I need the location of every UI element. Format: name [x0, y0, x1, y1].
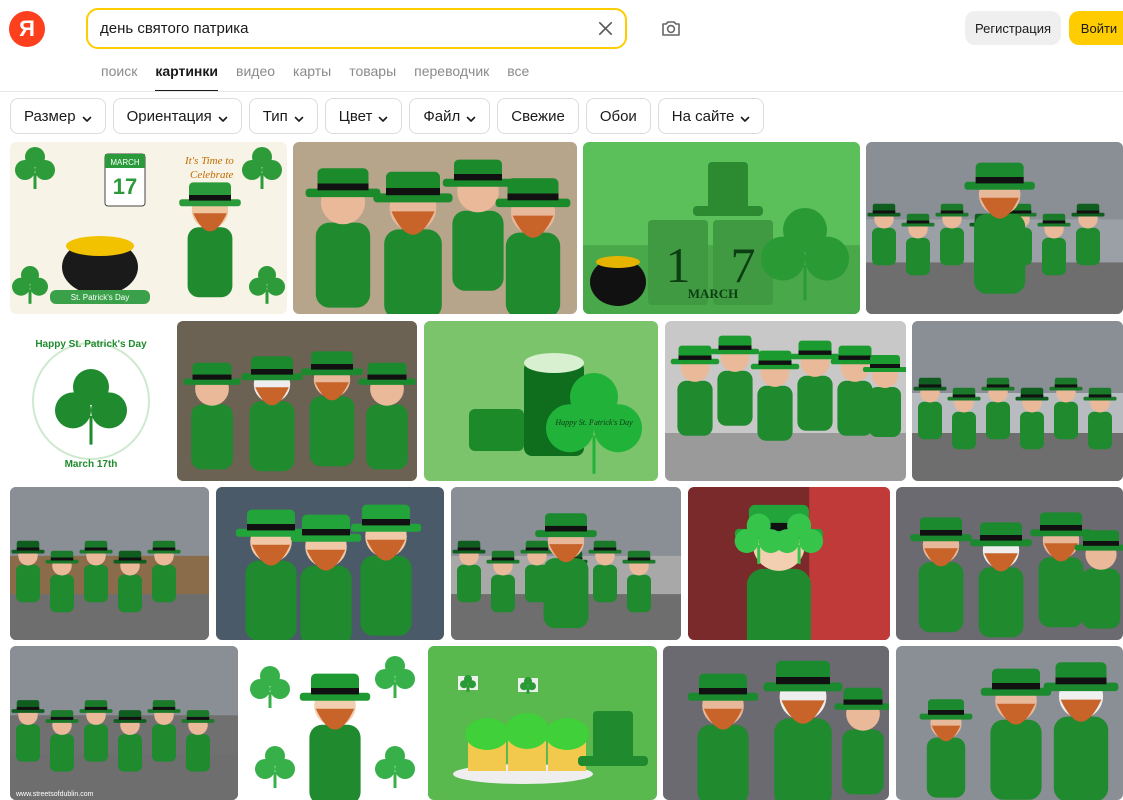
image-result-calendar-17-march[interactable]: 1 7 MARCH [583, 142, 860, 314]
chevron-down-icon [218, 111, 228, 122]
svg-text:1: 1 [666, 237, 691, 293]
image-thumbnail [216, 487, 444, 640]
image-thumbnail [10, 487, 209, 640]
image-result-leprechaun-cartoon[interactable] [245, 646, 422, 800]
svg-text:www.streetsofdublin.com: www.streetsofdublin.com [15, 791, 94, 798]
svg-text:Happy St. Patrick's Day: Happy St. Patrick's Day [554, 418, 633, 427]
chevron-down-icon [466, 111, 476, 122]
image-thumbnail [896, 646, 1123, 800]
header-divider [0, 91, 1123, 92]
svg-text:MARCH: MARCH [110, 158, 140, 167]
filter-label: Свежие [511, 107, 565, 125]
login-button[interactable]: Войти [1069, 11, 1123, 45]
search-tabs: поиск картинки видео карты товары переводчик в… [101, 62, 547, 92]
image-result-people-green-hats[interactable] [293, 142, 577, 314]
image-thumbnail [663, 646, 889, 800]
filter-chip-2[interactable]: Тип [248, 98, 318, 134]
svg-text:Celebrate: Celebrate [190, 169, 233, 181]
svg-text:7: 7 [731, 237, 756, 293]
filter-chip-6[interactable]: Обои [585, 98, 651, 134]
filter-label: Обои [599, 107, 637, 125]
image-result-green-beer[interactable]: Happy St. Patrick's Day [424, 321, 658, 481]
image-result-men-beards-street[interactable] [896, 646, 1123, 800]
chevron-down-icon [378, 111, 388, 122]
image-result-men-costumes[interactable] [896, 487, 1123, 640]
image-thumbnail [451, 487, 681, 640]
svg-text:17: 17 [113, 174, 137, 199]
filter-chip-1[interactable]: Ориентация [112, 98, 242, 134]
camera-icon[interactable] [659, 16, 683, 40]
image-result-woman-shamrock-glasses[interactable] [688, 487, 890, 640]
filter-label: Размер [24, 107, 76, 125]
image-result-street-march[interactable] [451, 487, 681, 640]
image-result-marching-band[interactable]: www.streetsofdublin.com [10, 646, 238, 800]
image-thumbnail [688, 487, 890, 640]
chevron-down-icon [294, 111, 304, 122]
chevron-down-icon [82, 111, 92, 122]
tab-4[interactable]: товары [349, 62, 396, 92]
tab-2[interactable]: видео [236, 62, 275, 92]
filter-label: Файл [423, 107, 461, 125]
image-result-group-jumping[interactable] [665, 321, 906, 481]
image-thumbnail: Happy St. Patrick's Day [424, 321, 658, 481]
filter-label: Ориентация [126, 107, 212, 125]
image-result-shamrock-wreath[interactable]: Happy St. Patrick's Day March 17th [10, 321, 172, 481]
image-result-people-costumes[interactable] [177, 321, 417, 481]
image-result-cupcakes[interactable] [428, 646, 657, 800]
image-thumbnail [896, 487, 1123, 640]
filter-chip-7[interactable]: На сайте [657, 98, 765, 134]
tab-5[interactable]: переводчик [414, 62, 489, 92]
image-thumbnail [245, 646, 422, 800]
image-thumbnail [912, 321, 1123, 481]
filter-label: На сайте [671, 107, 735, 125]
svg-text:MARCH: MARCH [688, 286, 739, 301]
svg-text:It's Time to: It's Time to [184, 155, 234, 167]
svg-text:Happy St. Patrick's Day: Happy St. Patrick's Day [35, 339, 147, 350]
clear-icon[interactable] [596, 19, 615, 38]
image-result-leprechaun-clipart[interactable]: MARCH 17 It's Time to Celebrate St. Patr… [10, 142, 287, 314]
chevron-down-icon [740, 111, 750, 122]
yandex-logo[interactable]: Я [9, 11, 45, 47]
filter-label: Тип [262, 107, 288, 125]
filter-label: Цвет [338, 107, 373, 125]
image-result-city-parade[interactable] [912, 321, 1123, 481]
image-thumbnail: MARCH 17 It's Time to Celebrate St. Patr… [10, 142, 287, 314]
register-button[interactable]: Регистрация [965, 11, 1061, 45]
filter-chip-4[interactable]: Файл [409, 98, 491, 134]
svg-text:St. Patrick's Day: St. Patrick's Day [71, 293, 129, 302]
image-thumbnail: www.streetsofdublin.com [10, 646, 238, 800]
image-thumbnail [428, 646, 657, 800]
image-result-dancers[interactable] [10, 487, 209, 640]
filter-chip-5[interactable]: Свежие [497, 98, 579, 134]
image-thumbnail [177, 321, 417, 481]
search-input[interactable] [100, 10, 580, 47]
image-thumbnail: Happy St. Patrick's Day March 17th [10, 321, 172, 481]
svg-text:March 17th: March 17th [65, 459, 118, 470]
image-thumbnail [293, 142, 577, 314]
tab-3[interactable]: карты [293, 62, 331, 92]
image-thumbnail [866, 142, 1123, 314]
image-thumbnail: 1 7 MARCH [583, 142, 860, 314]
tab-0[interactable]: поиск [101, 62, 137, 92]
tab-1[interactable]: картинки [155, 62, 218, 92]
image-result-parade-crowd[interactable] [866, 142, 1123, 314]
filter-chip-0[interactable]: Размер [10, 98, 106, 134]
filter-chip-3[interactable]: Цвет [324, 98, 403, 134]
image-result-women-hats-beards[interactable] [216, 487, 444, 640]
image-thumbnail [665, 321, 906, 481]
search-box [86, 8, 627, 49]
tab-6[interactable]: все [507, 62, 529, 92]
filter-bar: Размер Ориентация Тип Цвет Файл Свежие Обои На … [10, 98, 765, 134]
image-result-bearded-men[interactable] [663, 646, 889, 800]
